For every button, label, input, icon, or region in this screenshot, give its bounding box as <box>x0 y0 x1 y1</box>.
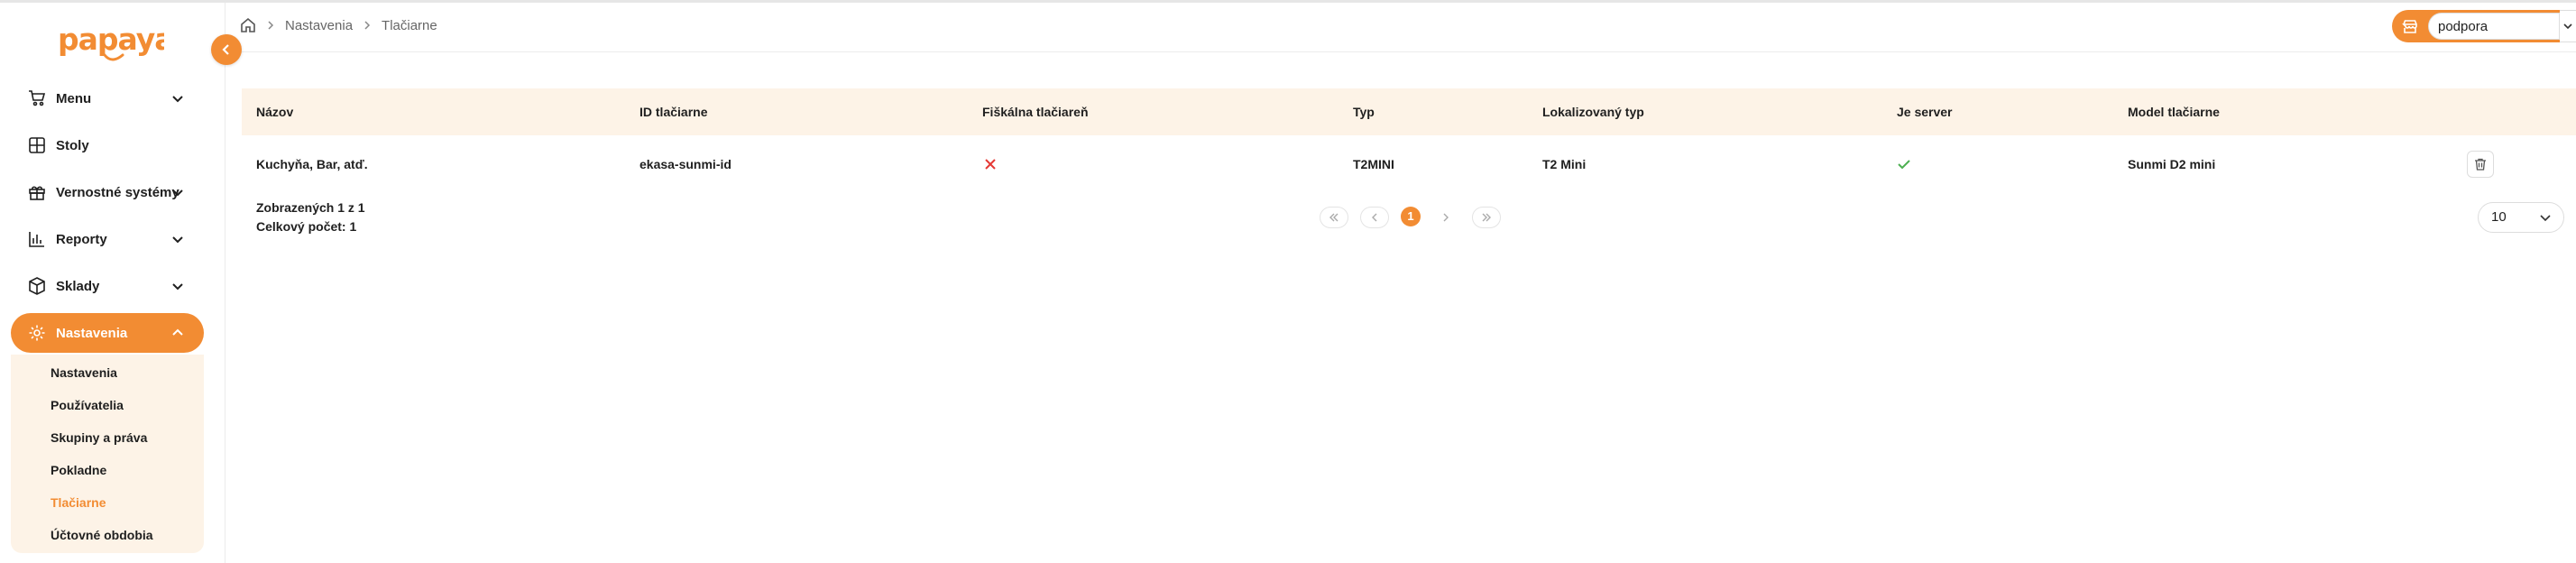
chevrons-right-icon <box>1482 213 1491 222</box>
column-header-lokalizovany-typ[interactable]: Lokalizovaný typ <box>1542 88 1644 135</box>
first-page-button[interactable] <box>1320 207 1348 228</box>
top-border <box>0 0 2576 3</box>
gear-icon <box>27 323 47 343</box>
cross-icon <box>980 153 1001 175</box>
grid-icon <box>27 135 47 155</box>
submenu-item-nastavenia[interactable]: Nastavenia <box>51 364 117 382</box>
sidebar-item-nastavenia[interactable]: Nastavenia <box>11 313 204 353</box>
chevron-right-icon <box>362 20 373 31</box>
chevron-down-icon <box>172 96 183 103</box>
chevron-down-icon <box>172 189 183 197</box>
check-icon <box>1893 153 1915 175</box>
store-icon <box>2392 10 2428 42</box>
chevron-right-icon <box>265 20 276 31</box>
breadcrumb-item-nastavenia[interactable]: Nastavenia <box>285 18 353 33</box>
breadcrumb-item-tlaciarne: Tlačiarne <box>382 17 437 33</box>
sidebar-item-reporty[interactable]: Reporty <box>11 219 204 259</box>
trash-icon <box>2475 158 2486 171</box>
column-header-model-tlaciarne[interactable]: Model tlačiarne <box>2128 88 2220 135</box>
papaya-logo[interactable]: papaya <box>56 17 175 68</box>
sidebar-item-vernostne-systemy[interactable]: Vernostné systémy <box>11 172 204 212</box>
cell-localized-type: T2 Mini <box>1542 157 1587 171</box>
home-icon[interactable] <box>240 17 256 33</box>
svg-text:papaya: papaya <box>58 22 164 57</box>
table-header: Názov ID tlačiarne Fiškálna tlačiareň Ty… <box>242 88 2576 135</box>
cell-printer-id: ekasa-sunmi-id <box>639 157 731 171</box>
sidebar: papaya Menu Stoly Vernostné systémy Repo… <box>0 3 225 563</box>
delete-row-button[interactable] <box>2467 151 2494 178</box>
chevron-down-icon <box>2560 10 2576 42</box>
sidebar-item-stoly[interactable]: Stoly <box>11 125 204 165</box>
column-header-fiskalna-tlaciaren[interactable]: Fiškálna tlačiareň <box>982 88 1089 135</box>
store-select[interactable]: podpora <box>2392 10 2576 42</box>
shown-count: Zobrazených 1 z 1 <box>256 200 365 215</box>
chevron-down-icon <box>2540 215 2551 222</box>
chevron-left-icon <box>222 44 229 55</box>
table-row[interactable]: Kuchyňa, Bar, atď. ekasa-sunmi-id T2MINI… <box>242 139 2576 189</box>
cell-type: T2MINI <box>1353 157 1394 171</box>
submenu-item-uctovne-obdobia[interactable]: Účtovné obdobia <box>51 526 153 544</box>
sidebar-item-label: Menu <box>56 90 92 106</box>
chevron-right-icon <box>1443 213 1449 222</box>
sidebar-item-menu[interactable]: Menu <box>11 78 204 118</box>
sidebar-item-label: Sklady <box>56 278 100 294</box>
submenu-item-tlaciarne[interactable]: Tlačiarne <box>51 494 106 512</box>
total-count: Celkový počet: 1 <box>256 219 357 234</box>
submenu-item-skupiny-a-prava[interactable]: Skupiny a práva <box>51 429 147 447</box>
breadcrumb: Nastavenia Tlačiarne <box>240 14 437 36</box>
box-icon <box>27 276 47 296</box>
column-header-typ[interactable]: Typ <box>1353 88 1375 135</box>
chevron-left-icon <box>1372 213 1377 222</box>
chevrons-left-icon <box>1329 213 1339 222</box>
column-header-nazov[interactable]: Názov <box>256 88 293 135</box>
store-select-value: podpora <box>2428 13 2560 40</box>
column-header-id-tlaciarne[interactable]: ID tlačiarne <box>639 88 707 135</box>
settings-submenu: Nastavenia Používatelia Skupiny a práva … <box>11 355 204 553</box>
sidebar-item-sklady[interactable]: Sklady <box>11 266 204 306</box>
collapse-sidebar-button[interactable] <box>211 34 242 65</box>
sidebar-item-label: Reporty <box>56 231 107 247</box>
last-page-button[interactable] <box>1472 207 1501 228</box>
chevron-up-icon <box>172 328 183 336</box>
sidebar-item-label: Stoly <box>56 137 89 153</box>
submenu-item-pokladne[interactable]: Pokladne <box>51 461 106 479</box>
gift-icon <box>27 182 47 202</box>
chevron-down-icon <box>172 236 183 244</box>
sidebar-item-label: Vernostné systémy <box>56 184 179 200</box>
header-divider <box>225 51 2576 52</box>
cart-icon <box>27 88 47 108</box>
next-page-button[interactable] <box>1431 207 1460 228</box>
prev-page-button[interactable] <box>1360 207 1389 228</box>
bar-chart-icon <box>27 229 47 249</box>
page-size-select[interactable]: 10 <box>2478 202 2564 233</box>
page-button-current[interactable]: 1 <box>1401 207 1421 226</box>
cell-model: Sunmi D2 mini <box>2128 157 2216 171</box>
submenu-item-pouzivatelia[interactable]: Používatelia <box>51 396 124 414</box>
sidebar-item-label: Nastavenia <box>56 325 128 341</box>
chevron-down-icon <box>172 283 183 291</box>
cell-name: Kuchyňa, Bar, atď. <box>256 157 368 171</box>
column-header-je-server[interactable]: Je server <box>1897 88 1953 135</box>
page-size-value: 10 <box>2491 209 2507 225</box>
